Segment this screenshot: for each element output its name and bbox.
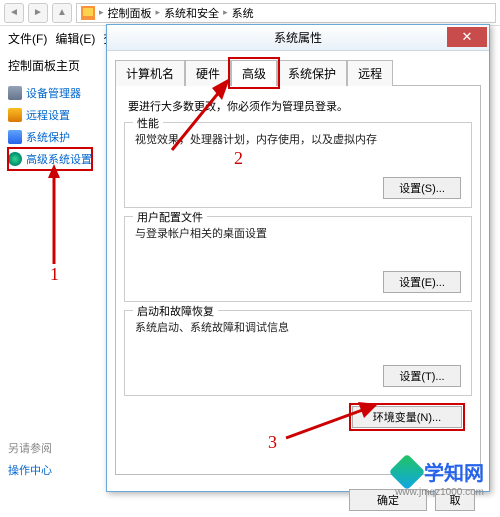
group-profiles: 用户配置文件 与登录帐户相关的桌面设置 设置(E)...: [124, 216, 472, 302]
action-center-link[interactable]: 操作中心: [8, 462, 92, 478]
group-startup: 启动和故障恢复 系统启动、系统故障和调试信息 设置(T)...: [124, 310, 472, 396]
device-icon: [8, 86, 22, 100]
breadcrumb-item[interactable]: 系统: [232, 5, 254, 21]
forward-button[interactable]: ►: [28, 3, 48, 23]
env-variables-button[interactable]: 环境变量(N)...: [352, 406, 462, 428]
menu-file[interactable]: 文件(F): [8, 30, 47, 47]
tab-remote[interactable]: 远程: [347, 60, 393, 86]
sidepanel-title: 控制面板主页: [8, 57, 92, 74]
side-panel: 控制面板主页 设备管理器 远程设置 系统保护 高级系统设置 另请参阅 操作中心: [0, 51, 100, 501]
group-desc: 与登录帐户相关的桌面设置: [135, 225, 461, 241]
tab-hardware[interactable]: 硬件: [185, 60, 231, 86]
group-title: 启动和故障恢复: [133, 303, 218, 319]
group-title: 性能: [133, 115, 163, 131]
group-title: 用户配置文件: [133, 209, 207, 225]
group-desc: 视觉效果，处理器计划，内存使用，以及虚拟内存: [135, 131, 461, 147]
shield-icon: [8, 108, 22, 122]
close-button[interactable]: ✕: [447, 27, 487, 47]
up-button[interactable]: ▲: [52, 3, 72, 23]
cancel-button[interactable]: 取: [435, 489, 475, 511]
profile-settings-button[interactable]: 设置(E)...: [383, 271, 461, 293]
shield-icon: [8, 152, 22, 166]
tab-strip: 计算机名 硬件 高级 系统保护 远程: [107, 51, 489, 85]
breadcrumb-item[interactable]: 控制面板: [108, 5, 152, 21]
breadcrumb-item[interactable]: 系统和安全: [164, 5, 219, 21]
startup-settings-button[interactable]: 设置(T)...: [383, 365, 461, 387]
dialog-footer: 确定 取: [107, 483, 489, 517]
tab-computer-name[interactable]: 计算机名: [115, 60, 185, 86]
sidebar-item-remote[interactable]: 远程设置: [8, 104, 92, 126]
back-button[interactable]: ◄: [4, 3, 24, 23]
ok-button[interactable]: 确定: [349, 489, 427, 511]
dialog-title-text: 系统属性: [115, 29, 481, 46]
explorer-toolbar: ◄ ► ▲ ▸ 控制面板 ▸ 系统和安全 ▸ 系统: [0, 0, 500, 26]
system-properties-dialog: 系统属性 ✕ 计算机名 硬件 高级 系统保护 远程 要进行大多数更改，你必须作为…: [106, 24, 490, 492]
sidebar-item-devmgr[interactable]: 设备管理器: [8, 82, 92, 104]
tab-protection[interactable]: 系统保护: [277, 60, 347, 86]
sidebar-item-protection[interactable]: 系统保护: [8, 126, 92, 148]
sidebar-item-advanced[interactable]: 高级系统设置: [8, 148, 92, 170]
group-performance: 性能 视觉效果，处理器计划，内存使用，以及虚拟内存 设置(S)...: [124, 122, 472, 208]
folder-icon: [81, 6, 95, 20]
perf-settings-button[interactable]: 设置(S)...: [383, 177, 461, 199]
tab-advanced[interactable]: 高级: [231, 60, 277, 86]
menu-edit[interactable]: 编辑(E): [55, 30, 95, 47]
dialog-titlebar[interactable]: 系统属性 ✕: [107, 25, 489, 51]
breadcrumb[interactable]: ▸ 控制面板 ▸ 系统和安全 ▸ 系统: [76, 3, 496, 23]
admin-warning: 要进行大多数更改，你必须作为管理员登录。: [128, 98, 468, 114]
see-also-label: 另请参阅: [8, 440, 92, 456]
tab-panel-advanced: 要进行大多数更改，你必须作为管理员登录。 性能 视觉效果，处理器计划，内存使用，…: [115, 85, 481, 475]
shield-icon: [8, 130, 22, 144]
group-desc: 系统启动、系统故障和调试信息: [135, 319, 461, 335]
